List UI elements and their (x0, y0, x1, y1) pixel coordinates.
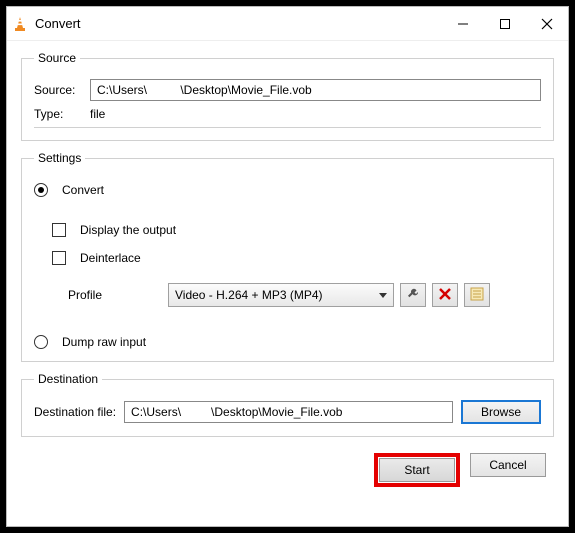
browse-label: Browse (481, 405, 521, 419)
convert-radio-row[interactable]: Convert (34, 183, 541, 197)
cancel-label: Cancel (489, 458, 526, 472)
display-output-checkbox[interactable] (52, 223, 66, 237)
close-icon (541, 18, 553, 30)
convert-radio[interactable] (34, 183, 48, 197)
source-legend: Source (34, 51, 80, 65)
profile-selected: Video - H.264 + MP3 (MP4) (175, 288, 323, 302)
display-output-label: Display the output (80, 223, 176, 237)
destination-file-input[interactable] (124, 401, 453, 423)
chevron-down-icon (379, 288, 387, 302)
window-buttons (442, 7, 568, 41)
source-input[interactable] (90, 79, 541, 101)
convert-radio-label: Convert (62, 183, 104, 197)
minimize-button[interactable] (442, 7, 484, 41)
profile-label: Profile (68, 288, 162, 302)
dump-raw-label: Dump raw input (62, 335, 146, 349)
cancel-button[interactable]: Cancel (470, 453, 546, 477)
dialog-body: Source Source: Type: file Settings Conve… (7, 41, 568, 526)
edit-profile-button[interactable] (400, 283, 426, 307)
destination-file-label: Destination file: (34, 405, 116, 419)
settings-group: Settings Convert Display the output Dein… (21, 151, 554, 362)
source-label: Source: (34, 83, 82, 97)
deinterlace-checkbox[interactable] (52, 251, 66, 265)
minimize-icon (457, 18, 469, 30)
delete-x-icon (439, 288, 451, 303)
settings-legend: Settings (34, 151, 85, 165)
dump-raw-radio[interactable] (34, 335, 48, 349)
maximize-icon (499, 18, 511, 30)
source-group: Source Source: Type: file (21, 51, 554, 141)
start-label: Start (404, 463, 429, 477)
new-profile-button[interactable] (464, 283, 490, 307)
type-value: file (90, 107, 105, 121)
dump-raw-row[interactable]: Dump raw input (34, 335, 541, 349)
titlebar: Convert (7, 7, 568, 41)
convert-dialog: Convert Source Source: Type: file (6, 6, 569, 527)
window-title: Convert (33, 16, 442, 31)
app-icon (7, 7, 33, 41)
start-highlight: Start (374, 453, 460, 487)
wrench-icon (406, 287, 420, 304)
new-profile-icon (470, 287, 484, 304)
profile-select[interactable]: Video - H.264 + MP3 (MP4) (168, 283, 394, 307)
maximize-button[interactable] (484, 7, 526, 41)
type-label: Type: (34, 107, 82, 121)
vlc-cone-icon (13, 16, 27, 32)
deinterlace-label: Deinterlace (80, 251, 141, 265)
close-button[interactable] (526, 7, 568, 41)
start-button[interactable]: Start (379, 458, 455, 482)
delete-profile-button[interactable] (432, 283, 458, 307)
deinterlace-row[interactable]: Deinterlace (52, 251, 541, 265)
browse-button[interactable]: Browse (461, 400, 541, 424)
destination-group: Destination Destination file: Browse (21, 372, 554, 437)
display-output-row[interactable]: Display the output (52, 223, 541, 237)
dialog-footer: Start Cancel (21, 453, 554, 487)
destination-legend: Destination (34, 372, 102, 386)
